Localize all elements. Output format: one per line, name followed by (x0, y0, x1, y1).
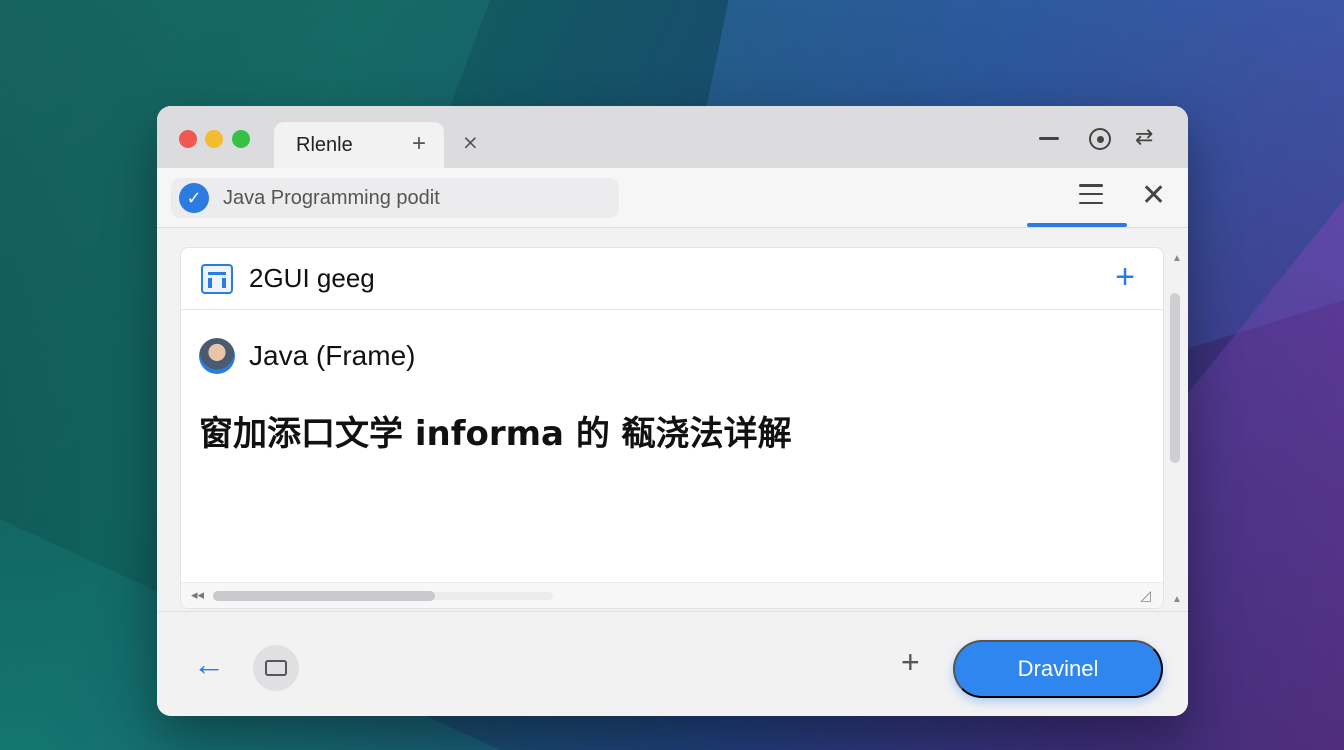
primary-action-button[interactable]: Dravinel (953, 640, 1163, 698)
back-arrow-icon[interactable]: ← (193, 648, 225, 680)
scroll-up-icon[interactable]: ▲ (1172, 253, 1182, 264)
address-text: Java Programming podit (223, 186, 440, 209)
tab-label: Rlenle (296, 133, 353, 156)
add-icon[interactable]: + (1115, 258, 1135, 297)
app-window: Rlenle + ⨯ ⇄ ✓ Java Programming podit ✕ … (157, 106, 1188, 716)
vertical-scrollbar[interactable]: ▲ ▲ (1167, 247, 1185, 609)
maximize-window-button[interactable] (232, 130, 250, 148)
avatar (199, 338, 235, 374)
scroll-down-icon[interactable]: ▲ (1172, 594, 1182, 605)
active-indicator (1027, 223, 1127, 227)
document-icon (201, 263, 233, 294)
menu-icon[interactable] (1079, 184, 1103, 204)
minimize-icon[interactable] (1039, 137, 1059, 140)
plus-icon[interactable]: + (901, 646, 920, 678)
resize-icon[interactable]: ◿ (1140, 587, 1151, 604)
check-circle-icon: ✓ (179, 183, 209, 213)
panel-header: 2GUI geeg + (181, 248, 1163, 310)
horizontal-scrollbar[interactable]: ◂◂ ◿ (181, 582, 1163, 608)
share-icon[interactable]: ⇄ (1135, 124, 1153, 150)
comment-icon[interactable] (253, 645, 299, 691)
minimize-window-button[interactable] (205, 130, 223, 148)
scroll-thumb[interactable] (213, 591, 435, 601)
title-bar: Rlenle + ⨯ ⇄ (157, 106, 1188, 168)
scroll-left-icon[interactable]: ◂◂ (191, 587, 204, 603)
panel-title: 2GUI geeg (249, 263, 375, 293)
headline: 窗加添口文学 informa 的 瓻浇法详解 (199, 414, 792, 454)
close-window-button[interactable] (179, 130, 197, 148)
vertical-scroll-thumb[interactable] (1170, 293, 1180, 463)
bottom-toolbar: ← + Dravinel (157, 611, 1188, 716)
address-field[interactable]: ✓ Java Programming podit (171, 178, 619, 218)
record-icon[interactable] (1089, 128, 1111, 150)
author-name: Java (Frame) (249, 340, 416, 371)
tab-close-icon[interactable]: ⨯ (462, 130, 479, 155)
new-tab-plus-icon[interactable]: + (412, 130, 426, 158)
address-bar: ✓ Java Programming podit ✕ (157, 168, 1188, 228)
author-row: Java (Frame) (199, 338, 415, 374)
close-icon[interactable]: ✕ (1141, 178, 1166, 213)
content-panel: 2GUI geeg + Java (Frame) 窗加添口文学 informa … (180, 247, 1164, 609)
tab-active[interactable]: Rlenle + (274, 122, 444, 168)
